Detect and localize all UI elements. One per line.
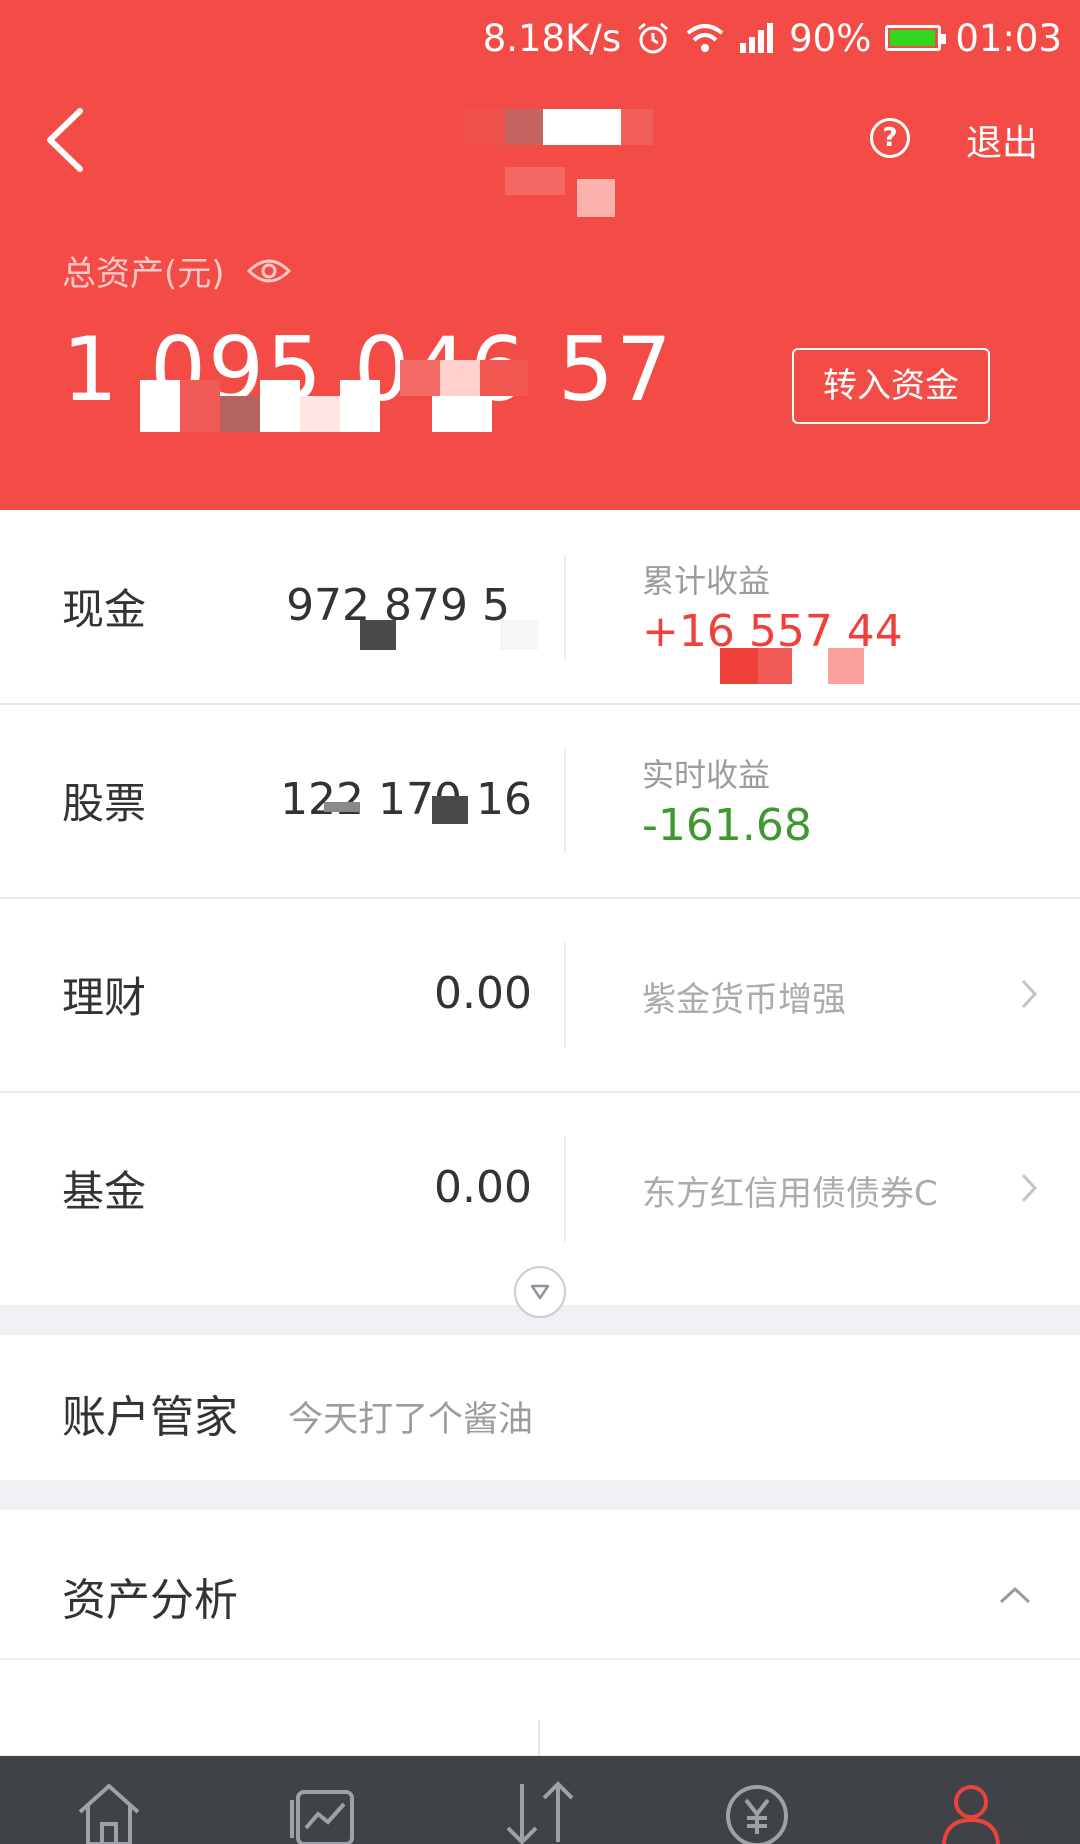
- analysis-value-cutoff-left: [150, 1736, 430, 1752]
- total-assets-mosaic: [140, 360, 610, 434]
- stock-value-mosaic: [320, 796, 520, 836]
- asset-row-wealth[interactable]: 理财 0.00 紫金货币增强: [0, 898, 1080, 1093]
- wifi-icon: [686, 24, 724, 52]
- nav-market[interactable]: [288, 1780, 358, 1844]
- chevron-right-icon[interactable]: [1020, 1172, 1038, 1204]
- column-divider: [538, 1720, 540, 1760]
- analysis-value-cutoff-right: [670, 1736, 990, 1752]
- bottom-nav: [0, 1756, 1080, 1844]
- chevron-right-icon[interactable]: [1020, 978, 1038, 1010]
- total-assets-label-text: 总资产(元): [62, 254, 225, 294]
- asset-analysis-title: 资产分析: [62, 1575, 238, 1626]
- eye-icon[interactable]: [246, 257, 291, 285]
- asset-value: 0.00: [434, 968, 532, 1019]
- trade-icon: [506, 1781, 574, 1844]
- nav-trade[interactable]: [500, 1780, 574, 1844]
- market-icon: [290, 1790, 354, 1844]
- chevron-up-icon[interactable]: [998, 1585, 1032, 1605]
- total-assets-label: 总资产(元): [62, 246, 291, 295]
- header: 8.18K/s 90% 01:03 ? 退出 总资产(元) 1 095 046 …: [0, 0, 1080, 510]
- help-icon[interactable]: ?: [870, 118, 910, 158]
- cumulative-profit-label: 累计收益: [642, 562, 771, 600]
- asset-row-fund[interactable]: 基金 0.00 东方红信用债债券C: [0, 1092, 1080, 1285]
- status-bar: 8.18K/s 90% 01:03: [483, 14, 1062, 62]
- realtime-profit-label: 实时收益: [642, 756, 771, 794]
- transfer-in-button[interactable]: 转入资金: [792, 348, 990, 424]
- asset-analysis: 资产分析: [0, 1510, 1080, 1760]
- column-divider: [564, 748, 566, 854]
- asset-name: 基金: [62, 1167, 147, 1216]
- home-icon: [78, 1783, 140, 1844]
- asset-name: 股票: [62, 779, 147, 828]
- nav-home[interactable]: [74, 1780, 144, 1844]
- clock: 01:03: [955, 16, 1062, 60]
- logout-button[interactable]: 退出: [966, 114, 1038, 166]
- profit-mosaic: [650, 648, 890, 686]
- alarm-icon: [638, 22, 669, 54]
- nav-account[interactable]: [936, 1780, 1006, 1844]
- battery-icon: [885, 25, 947, 51]
- column-divider: [564, 942, 566, 1048]
- expand-icon[interactable]: [514, 1266, 566, 1318]
- cash-value-mosaic: [350, 620, 550, 660]
- account-icon: [942, 1785, 1000, 1844]
- account-manager[interactable]: 账户管家 今天打了个酱油: [0, 1335, 1080, 1480]
- divider: [0, 1658, 1080, 1660]
- battery-percent: 90%: [789, 16, 872, 60]
- nav-finance[interactable]: [722, 1780, 792, 1844]
- signal-icon: [740, 23, 774, 53]
- asset-row-cash[interactable]: 现金 972 879 5 累计收益 +16 557 44: [0, 510, 1080, 705]
- realtime-profit-value: -161.68: [642, 800, 812, 851]
- asset-name: 理财: [62, 973, 147, 1022]
- network-speed: 8.18K/s: [482, 16, 622, 60]
- asset-row-stock[interactable]: 股票 122 170 16 实时收益 -161.68: [0, 704, 1080, 899]
- finance-icon: [726, 1785, 788, 1844]
- fund-product-name[interactable]: 东方红信用债债券C: [642, 1166, 938, 1215]
- account-manager-title: 账户管家: [62, 1392, 238, 1443]
- back-arrow-icon[interactable]: [40, 105, 90, 175]
- asset-name: 现金: [62, 585, 147, 634]
- account-manager-description: 今天打了个酱油: [288, 1400, 534, 1440]
- column-divider: [564, 1136, 566, 1242]
- asset-list: 现金 972 879 5 累计收益 +16 557 44 股票 122 170 …: [0, 510, 1080, 1305]
- wealth-product-name[interactable]: 紫金货币增强: [642, 972, 846, 1021]
- account-name-redacted: [465, 105, 680, 217]
- asset-value: 0.00: [434, 1162, 532, 1213]
- column-divider: [564, 554, 566, 660]
